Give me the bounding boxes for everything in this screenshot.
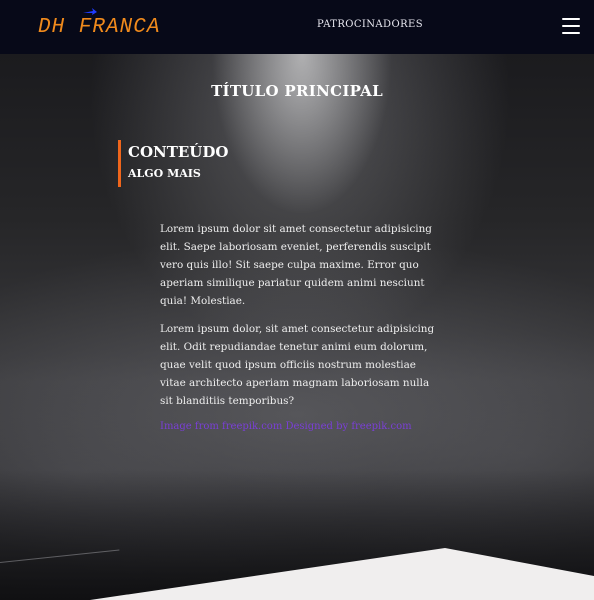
page: DH FRANCA PATROCINADORES TÍTULO PRINCIPA… bbox=[0, 0, 594, 600]
section-title: CONTEÚDO bbox=[128, 143, 229, 161]
image-credit-link[interactable]: Image from freepik.com Designed by freep… bbox=[160, 420, 440, 434]
footer-wedge bbox=[90, 548, 594, 600]
body-text: Lorem ipsum dolor sit amet consectetur a… bbox=[160, 220, 440, 434]
brand-logo-text: DH FRANCA bbox=[38, 15, 161, 39]
top-navbar: DH FRANCA PATROCINADORES bbox=[0, 0, 594, 54]
page-title: TÍTULO PRINCIPAL bbox=[211, 82, 383, 100]
hamburger-menu-icon[interactable] bbox=[562, 18, 580, 34]
section-subtitle: ALGO MAIS bbox=[128, 167, 201, 180]
section-heading-block: CONTEÚDO ALGO MAIS bbox=[118, 140, 228, 187]
paragraph: Lorem ipsum dolor, sit amet consectetur … bbox=[160, 323, 435, 407]
nav-link-patrocinadores[interactable]: PATROCINADORES bbox=[317, 19, 423, 30]
logo-arrow-icon bbox=[83, 8, 97, 15]
paragraph: Lorem ipsum dolor sit amet consectetur a… bbox=[160, 223, 432, 307]
brand-logo[interactable]: DH FRANCA bbox=[38, 8, 161, 41]
